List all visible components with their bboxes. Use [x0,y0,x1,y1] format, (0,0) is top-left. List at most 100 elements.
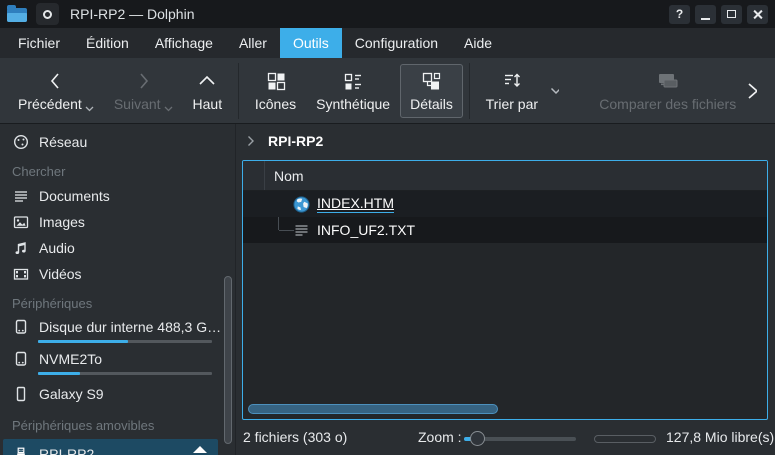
menu-fichier[interactable]: Fichier [5,28,73,58]
maximize-button[interactable] [721,5,742,24]
sort-by-label: Trier par [486,96,538,112]
icons-view-button[interactable]: Icônes [245,64,306,118]
compact-view-label: Synthétique [316,96,390,112]
zoom-label: Zoom : [418,429,462,445]
place-videos[interactable]: Vidéos [0,261,235,287]
menu-edition[interactable]: Édition [73,28,142,58]
on-all-desktops-button[interactable] [36,3,59,25]
html-globe-icon [293,196,310,213]
dolphin-window: { "window": { "title": "RPI-RP2 — Dolphi… [0,0,775,455]
disk-usage-bar [38,372,212,375]
window-title: RPI-RP2 — Dolphin [70,6,195,22]
place-images[interactable]: Images [0,209,235,235]
toolbar-separator [238,63,239,119]
disk-usage-fill [38,340,128,343]
place-documents[interactable]: Documents [0,183,235,209]
content-area: Réseau Chercher Documents Images [0,124,775,455]
breadcrumb: RPI-RP2 [247,133,323,149]
column-header-nom[interactable]: Nom [265,161,304,190]
help-button[interactable]: ? [669,5,690,24]
place-label: Documents [39,188,110,204]
zoom-slider-handle[interactable] [470,431,485,446]
chevron-down-icon [164,106,173,112]
window-controls: ? [669,5,768,24]
menu-configuration[interactable]: Configuration [342,28,451,58]
place-label: Vidéos [39,266,82,282]
device-label: RPI-RP2 [39,446,94,455]
file-name[interactable]: INFO_UF2.TXT [317,222,415,238]
icons-view-label: Icônes [255,96,296,112]
toolbar-overflow-chevron-icon[interactable] [746,81,757,101]
sort-by-icon [501,70,523,92]
help-icon: ? [676,7,683,21]
disk-usage-bar [38,340,212,343]
toolbar-separator [469,63,470,119]
place-reseau[interactable]: Réseau [0,129,235,155]
details-view-icon [420,70,442,92]
column-header-row: Nom [243,161,767,191]
menu-aide[interactable]: Aide [451,28,505,58]
audio-icon [12,239,30,257]
place-audio[interactable]: Audio [0,235,235,261]
minimize-button[interactable] [695,5,716,24]
text-file-icon [293,222,310,239]
file-count-summary: 2 fichiers (303 o) [243,429,347,445]
hard-drive-icon [12,318,30,336]
eject-button[interactable] [193,446,208,455]
sort-by-button[interactable]: Trier par [476,64,548,118]
device-disque-interne[interactable]: Disque dur interne 488,3 G… [0,315,235,347]
expander-column [243,161,265,190]
place-label: Images [39,214,85,230]
back-icon [45,70,67,92]
device-galaxy-s9[interactable]: Galaxy S9 [0,379,235,409]
zoom-slider[interactable] [464,437,576,441]
breadcrumb-location[interactable]: RPI-RP2 [268,133,323,149]
sort-chevron-down-icon[interactable] [550,87,559,95]
app-folder-icon [7,8,27,22]
compact-view-icon [342,70,364,92]
horizontal-scrollbar[interactable] [248,404,498,414]
place-label: Audio [39,240,75,256]
device-nvme2to[interactable]: NVME2To [0,347,235,379]
up-button[interactable]: Haut [183,64,233,118]
device-label: Disque dur interne 488,3 G… [39,319,221,335]
chevron-down-icon [85,106,94,112]
breadcrumb-chevron-icon[interactable] [247,135,255,147]
menu-aller[interactable]: Aller [226,28,280,58]
back-label: Précédent [18,96,82,112]
usb-drive-icon [12,445,30,455]
device-rpi-rp2-selected[interactable]: RPI-RP2 [3,439,218,455]
file-name[interactable]: INDEX.HTM [317,195,394,213]
compare-files-button: Comparer des fichiers [589,64,746,118]
file-row-info-uf2-txt[interactable]: INFO_UF2.TXT [243,217,767,243]
places-panel: Réseau Chercher Documents Images [0,124,236,455]
section-header-amovibles: Périphériques amovibles [0,409,235,437]
details-view-button[interactable]: Détails [400,64,463,118]
minimize-icon [701,18,710,20]
details-view-label: Détails [410,96,453,112]
compare-files-icon [655,70,681,92]
compact-view-button[interactable]: Synthétique [306,64,400,118]
file-row-index-htm[interactable]: INDEX.HTM [243,191,767,217]
free-space-text: 127,8 Mio libre(s) [666,429,774,445]
file-rows: INDEX.HTM INFO_UF2.TXT [243,191,767,243]
close-button[interactable] [747,5,768,24]
back-button[interactable]: Précédent [8,64,104,118]
phone-icon [12,385,30,403]
up-label: Haut [193,96,223,112]
place-label: Réseau [39,134,87,150]
up-icon [196,70,218,92]
forward-button: Suivant [104,64,183,118]
disk-usage-fill [38,372,80,375]
menubar: Fichier Édition Affichage Aller Outils C… [0,28,775,58]
forward-label: Suivant [114,96,161,112]
network-icon [12,133,30,151]
menu-outils[interactable]: Outils [280,28,342,58]
titlebar[interactable]: RPI-RP2 — Dolphin ? [0,0,775,28]
sidebar-scrollbar[interactable] [224,276,232,444]
file-view[interactable]: Nom INDEX.HTM [242,160,768,420]
maximize-icon [727,10,736,18]
menu-affichage[interactable]: Affichage [142,28,226,58]
close-icon [752,9,763,20]
device-label: NVME2To [39,351,102,367]
